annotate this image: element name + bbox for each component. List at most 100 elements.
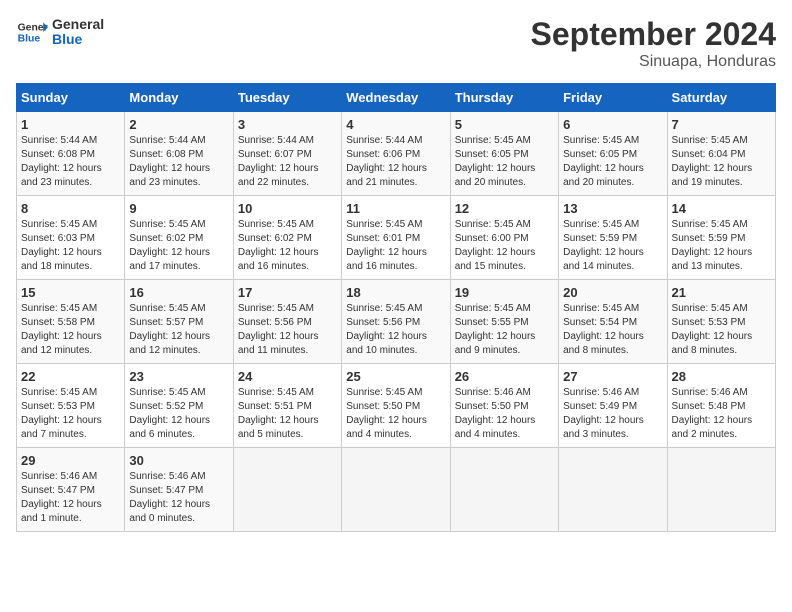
logo-line2: Blue [52, 32, 104, 47]
day-number: 14 [672, 201, 771, 216]
calendar-cell: 24Sunrise: 5:45 AMSunset: 5:51 PMDayligh… [233, 364, 341, 448]
day-info: Sunrise: 5:45 AMSunset: 5:54 PMDaylight:… [563, 302, 662, 358]
calendar-cell: 3 Sunrise: 5:44 AMSunset: 6:07 PMDaylight… [233, 112, 341, 196]
header-monday: Monday [125, 84, 233, 112]
day-number: 21 [672, 285, 771, 300]
calendar-cell: 4 Sunrise: 5:44 AMSunset: 6:06 PMDaylight… [342, 112, 450, 196]
day-number: 6 [563, 117, 662, 132]
day-number: 12 [455, 201, 554, 216]
calendar-cell: 21 Sunrise: 5:45 AMSunset: 5:53 PMDayligh… [667, 280, 775, 364]
day-info: Sunrise: 5:45 AMSunset: 5:59 PMDaylight:… [563, 218, 662, 274]
day-info: Sunrise: 5:45 AMSunset: 6:05 PMDaylight:… [563, 134, 662, 190]
day-number: 27 [563, 369, 662, 384]
calendar-cell: 23Sunrise: 5:45 AMSunset: 5:52 PMDayligh… [125, 364, 233, 448]
calendar-cell: 11Sunrise: 5:45 AMSunset: 6:01 PMDayligh… [342, 196, 450, 280]
day-number: 15 [21, 285, 120, 300]
calendar-cell: 7Sunrise: 5:45 AMSunset: 6:04 PMDaylight… [667, 112, 775, 196]
calendar-table: SundayMondayTuesdayWednesdayThursdayFrid… [16, 83, 776, 532]
header-saturday: Saturday [667, 84, 775, 112]
calendar-body: 1 Sunrise: 5:44 AMSunset: 6:08 PMDaylight… [17, 112, 776, 532]
day-info: Sunrise: 5:45 AMSunset: 5:53 PMDaylight:… [672, 302, 771, 358]
calendar-cell: 25 Sunrise: 5:45 AMSunset: 5:50 PMDayligh… [342, 364, 450, 448]
day-info: Sunrise: 5:45 AMSunset: 5:57 PMDaylight:… [129, 302, 228, 358]
day-number: 1 [21, 117, 120, 132]
day-info: Sunrise: 5:44 AMSunset: 6:07 PMDaylight:… [238, 134, 337, 190]
calendar-cell [559, 448, 667, 532]
day-number: 8 [21, 201, 120, 216]
calendar-week-row: 1 Sunrise: 5:44 AMSunset: 6:08 PMDaylight… [17, 112, 776, 196]
day-info: Sunrise: 5:45 AMSunset: 5:55 PMDaylight:… [455, 302, 554, 358]
day-info: Sunrise: 5:44 AMSunset: 6:08 PMDaylight:… [129, 134, 228, 190]
calendar-week-row: 29 Sunrise: 5:46 AMSunset: 5:47 PMDayligh… [17, 448, 776, 532]
day-info: Sunrise: 5:46 AMSunset: 5:49 PMDaylight:… [563, 386, 662, 442]
month-title: September 2024 [531, 16, 776, 53]
day-info: Sunrise: 5:45 AMSunset: 6:05 PMDaylight:… [455, 134, 554, 190]
day-info: Sunrise: 5:46 AMSunset: 5:47 PMDaylight:… [21, 470, 120, 526]
day-number: 5 [455, 117, 554, 132]
day-info: Sunrise: 5:45 AMSunset: 6:02 PMDaylight:… [129, 218, 228, 274]
day-info: Sunrise: 5:46 AMSunset: 5:47 PMDaylight:… [129, 470, 228, 526]
day-number: 4 [346, 117, 445, 132]
calendar-cell: 27 Sunrise: 5:46 AMSunset: 5:49 PMDayligh… [559, 364, 667, 448]
day-info: Sunrise: 5:45 AMSunset: 5:53 PMDaylight:… [21, 386, 120, 442]
day-number: 25 [346, 369, 445, 384]
day-info: Sunrise: 5:45 AMSunset: 5:59 PMDaylight:… [672, 218, 771, 274]
day-number: 23 [129, 369, 228, 384]
header-thursday: Thursday [450, 84, 558, 112]
location-title: Sinuapa, Honduras [531, 53, 776, 71]
calendar-cell: 13 Sunrise: 5:45 AMSunset: 5:59 PMDayligh… [559, 196, 667, 280]
day-number: 2 [129, 117, 228, 132]
day-number: 30 [129, 453, 228, 468]
calendar-cell: 14 Sunrise: 5:45 AMSunset: 5:59 PMDayligh… [667, 196, 775, 280]
day-number: 20 [563, 285, 662, 300]
header-tuesday: Tuesday [233, 84, 341, 112]
day-info: Sunrise: 5:45 AMSunset: 5:50 PMDaylight:… [346, 386, 445, 442]
day-number: 13 [563, 201, 662, 216]
calendar-cell: 30 Sunrise: 5:46 AMSunset: 5:47 PMDayligh… [125, 448, 233, 532]
calendar-cell: 26 Sunrise: 5:46 AMSunset: 5:50 PMDayligh… [450, 364, 558, 448]
calendar-cell: 19 Sunrise: 5:45 AMSunset: 5:55 PMDayligh… [450, 280, 558, 364]
calendar-cell [667, 448, 775, 532]
day-number: 19 [455, 285, 554, 300]
calendar-cell [450, 448, 558, 532]
logo-line1: General [52, 17, 104, 32]
day-number: 24 [238, 369, 337, 384]
calendar-cell: 28Sunrise: 5:46 AMSunset: 5:48 PMDayligh… [667, 364, 775, 448]
day-number: 7 [672, 117, 771, 132]
day-info: Sunrise: 5:45 AMSunset: 6:00 PMDaylight:… [455, 218, 554, 274]
calendar-week-row: 8 Sunrise: 5:45 AMSunset: 6:03 PMDaylight… [17, 196, 776, 280]
header-wednesday: Wednesday [342, 84, 450, 112]
calendar-cell: 6 Sunrise: 5:45 AMSunset: 6:05 PMDaylight… [559, 112, 667, 196]
calendar-cell: 15 Sunrise: 5:45 AMSunset: 5:58 PMDayligh… [17, 280, 125, 364]
calendar-cell [233, 448, 341, 532]
day-number: 9 [129, 201, 228, 216]
day-info: Sunrise: 5:44 AMSunset: 6:08 PMDaylight:… [21, 134, 120, 190]
day-info: Sunrise: 5:45 AMSunset: 6:02 PMDaylight:… [238, 218, 337, 274]
calendar-cell: 5 Sunrise: 5:45 AMSunset: 6:05 PMDaylight… [450, 112, 558, 196]
calendar-cell: 12 Sunrise: 5:45 AMSunset: 6:00 PMDayligh… [450, 196, 558, 280]
calendar-cell: 22Sunrise: 5:45 AMSunset: 5:53 PMDayligh… [17, 364, 125, 448]
day-number: 11 [346, 201, 445, 216]
day-number: 16 [129, 285, 228, 300]
day-number: 26 [455, 369, 554, 384]
day-info: Sunrise: 5:46 AMSunset: 5:48 PMDaylight:… [672, 386, 771, 442]
calendar-cell: 29 Sunrise: 5:46 AMSunset: 5:47 PMDayligh… [17, 448, 125, 532]
day-number: 29 [21, 453, 120, 468]
logo: General Blue General Blue [16, 16, 104, 48]
calendar-cell: 8 Sunrise: 5:45 AMSunset: 6:03 PMDaylight… [17, 196, 125, 280]
calendar-cell: 9 Sunrise: 5:45 AMSunset: 6:02 PMDaylight… [125, 196, 233, 280]
calendar-cell: 10Sunrise: 5:45 AMSunset: 6:02 PMDayligh… [233, 196, 341, 280]
day-info: Sunrise: 5:45 AMSunset: 5:58 PMDaylight:… [21, 302, 120, 358]
svg-text:Blue: Blue [18, 34, 41, 45]
day-info: Sunrise: 5:46 AMSunset: 5:50 PMDaylight:… [455, 386, 554, 442]
day-info: Sunrise: 5:45 AMSunset: 5:56 PMDaylight:… [238, 302, 337, 358]
calendar-cell: 16 Sunrise: 5:45 AMSunset: 5:57 PMDayligh… [125, 280, 233, 364]
day-info: Sunrise: 5:45 AMSunset: 6:03 PMDaylight:… [21, 218, 120, 274]
title-area: September 2024 Sinuapa, Honduras [531, 16, 776, 71]
day-info: Sunrise: 5:44 AMSunset: 6:06 PMDaylight:… [346, 134, 445, 190]
calendar-week-row: 22Sunrise: 5:45 AMSunset: 5:53 PMDayligh… [17, 364, 776, 448]
header-sunday: Sunday [17, 84, 125, 112]
day-number: 3 [238, 117, 337, 132]
day-info: Sunrise: 5:45 AMSunset: 5:56 PMDaylight:… [346, 302, 445, 358]
calendar-cell: 18Sunrise: 5:45 AMSunset: 5:56 PMDayligh… [342, 280, 450, 364]
